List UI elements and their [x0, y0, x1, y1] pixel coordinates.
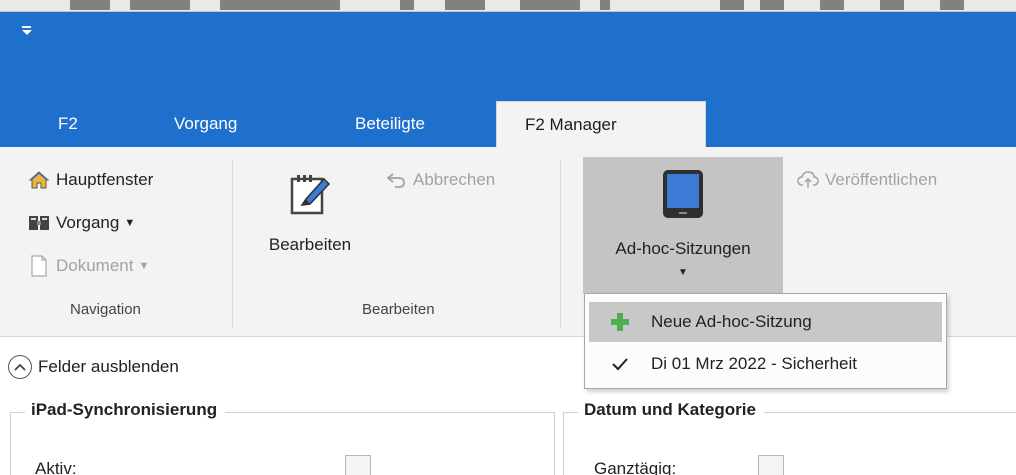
- chevron-down-icon: ▼: [678, 267, 688, 278]
- group-label-navigation: Navigation: [70, 301, 141, 318]
- group-label-bearbeiten: Bearbeiten: [362, 301, 435, 318]
- plus-icon: [589, 312, 651, 332]
- case-folder-icon: [28, 212, 50, 234]
- aktiv-checkbox[interactable]: [345, 455, 371, 475]
- dokument-label: Dokument: [56, 256, 134, 275]
- aktiv-label: Aktiv:: [35, 459, 77, 475]
- dokument-dropdown-button[interactable]: Dokument ▼: [28, 255, 149, 277]
- ipad-sync-title: iPad-Synchronisierung: [25, 400, 226, 420]
- felder-ausblenden-toggle[interactable]: Felder ausblenden: [8, 355, 179, 379]
- felder-ausblenden-label: Felder ausblenden: [38, 357, 179, 376]
- datum-kategorie-section: Datum und Kategorie Ganztägig:: [563, 400, 1016, 475]
- ad-hoc-sitzungen-label: Ad-hoc-Sitzungen: [615, 239, 751, 258]
- bearbeiten-button[interactable]: Bearbeiten: [245, 161, 375, 281]
- group-separator: [560, 161, 561, 329]
- datum-kategorie-title: Datum und Kategorie: [578, 400, 764, 420]
- tab-f2-manager[interactable]: F2 Manager: [496, 101, 706, 147]
- vorgang-label: Vorgang: [56, 213, 120, 232]
- checkmark-icon: [589, 357, 651, 371]
- veroeffentlichen-label: Veröffentlichen: [825, 170, 938, 189]
- neue-ad-hoc-sitzung-item[interactable]: Neue Ad-hoc-Sitzung: [589, 302, 942, 342]
- bearbeiten-label: Bearbeiten: [268, 235, 352, 254]
- tab-f2[interactable]: F2: [58, 101, 78, 147]
- tablet-icon: [583, 157, 783, 219]
- ad-hoc-dropdown-menu: Neue Ad-hoc-Sitzung Di 01 Mrz 2022 - Sic…: [584, 293, 947, 389]
- ganztaegig-label: Ganztägig:: [594, 459, 677, 475]
- chevron-up-icon: [8, 355, 32, 379]
- title-bar: F2 Vorgang Beteiligte F2 Manager: [0, 12, 1016, 147]
- sitzung-label: Di 01 Mrz 2022 - Sicherheit: [651, 354, 857, 373]
- document-icon: [28, 255, 50, 277]
- group-separator: [232, 161, 233, 329]
- neue-ad-hoc-sitzung-label: Neue Ad-hoc-Sitzung: [651, 312, 812, 331]
- ribbon-tabs: F2 Vorgang Beteiligte F2 Manager: [0, 101, 1016, 147]
- background-window-strip: [0, 0, 1016, 12]
- customize-toolbar-icon[interactable]: [21, 26, 32, 35]
- hauptfenster-button[interactable]: Hauptfenster: [28, 169, 153, 191]
- abbrechen-button[interactable]: Abbrechen: [385, 169, 495, 191]
- notepad-pencil-icon: [245, 161, 375, 217]
- sitzung-item[interactable]: Di 01 Mrz 2022 - Sicherheit: [589, 344, 942, 384]
- chevron-down-icon: ▼: [138, 260, 150, 272]
- ipad-sync-section: iPad-Synchronisierung Aktiv:: [10, 400, 555, 475]
- vorgang-dropdown-button[interactable]: Vorgang ▼: [28, 212, 135, 234]
- abbrechen-label: Abbrechen: [413, 170, 496, 189]
- ganztaegig-checkbox[interactable]: [758, 455, 784, 475]
- ad-hoc-sitzungen-button[interactable]: Ad-hoc-Sitzungen ▼: [583, 157, 783, 294]
- undo-arrow-icon: [385, 169, 407, 191]
- chevron-down-icon: ▼: [124, 217, 136, 229]
- cloud-upload-icon: [797, 169, 819, 191]
- veroeffentlichen-button[interactable]: Veröffentlichen: [797, 169, 937, 191]
- tab-vorgang[interactable]: Vorgang: [174, 101, 237, 147]
- home-icon: [28, 169, 50, 191]
- hauptfenster-label: Hauptfenster: [56, 170, 154, 189]
- tab-beteiligte[interactable]: Beteiligte: [355, 101, 425, 147]
